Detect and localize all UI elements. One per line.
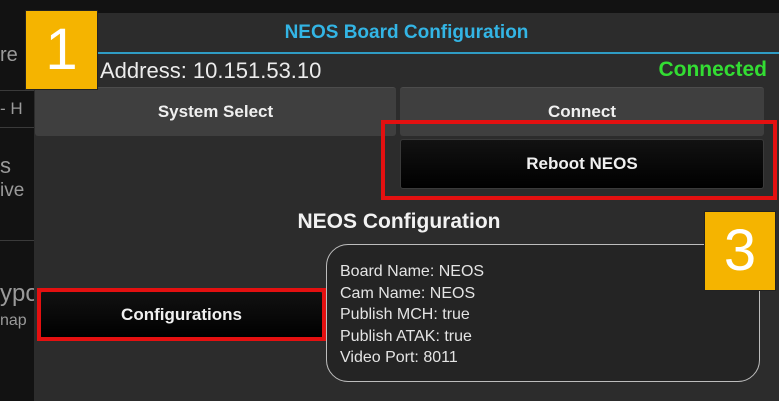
section-title: NEOS Configuration [297,210,501,233]
background-fragment: ypo [0,280,34,307]
system-select-button[interactable]: System Select [35,87,396,136]
connection-status: Connected [658,58,767,81]
video-port-line: Video Port: 8011 [340,349,458,366]
board-configuration-dialog: NEOS Board Configuration Address: 10.151… [34,13,779,401]
background-fragment: - H [0,99,23,118]
background-fragment: ive [0,180,25,201]
background-fragment: nap [0,312,27,329]
dialog-title: NEOS Board Configuration [284,22,529,43]
callout-badge-1: 1 [25,10,98,90]
callout-badge-3: 3 [704,211,776,291]
publish-mch-line: Publish MCH: true [340,306,470,323]
background-divider [0,90,34,91]
highlight-reboot-box [381,120,777,200]
board-name-line: Board Name: NEOS [340,263,485,280]
configuration-info-box: Board Name: NEOS Cam Name: NEOS Publish … [326,244,760,382]
background-divider [0,240,34,241]
background-fragment: s [0,153,11,178]
background-divider [0,127,34,128]
publish-atak-line: Publish ATAK: true [340,327,472,345]
address-label: Address: 10.151.53.10 [100,58,322,83]
cam-name-line: Cam Name: NEOS [340,284,476,302]
address-row: Address: 10.151.53.10 Connected [34,54,779,90]
dialog-title-bar: NEOS Board Configuration [34,13,779,54]
highlight-configurations-box [37,288,326,341]
